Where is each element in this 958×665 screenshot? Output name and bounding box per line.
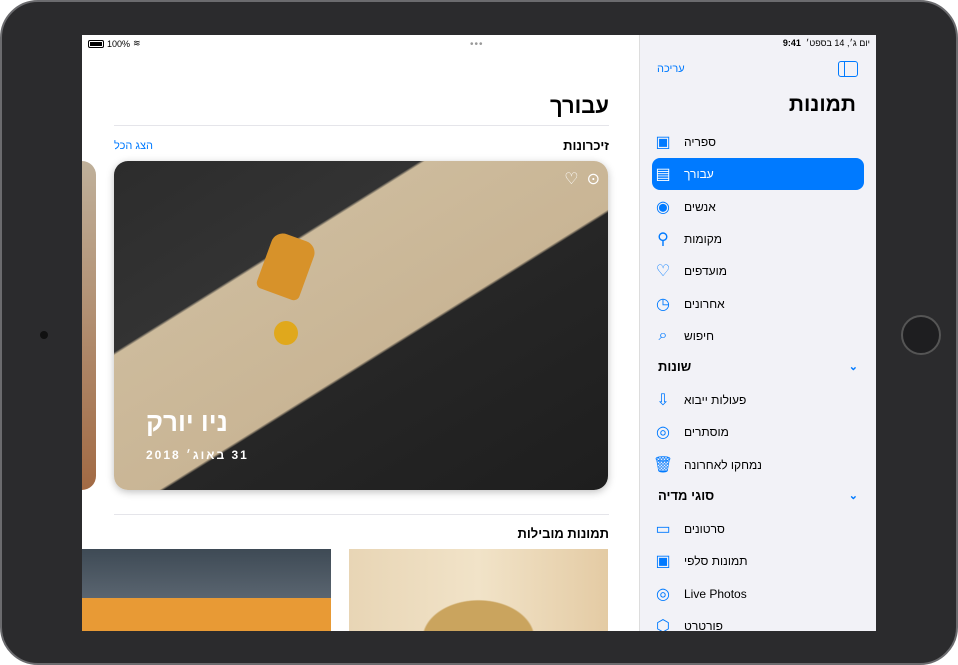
sidebar-item-label: מועדפים xyxy=(684,264,727,279)
divider xyxy=(114,514,609,515)
page-title: עבורך xyxy=(549,93,609,118)
status-right: יום ג׳, 14 בספט׳ 9:41 xyxy=(782,38,870,48)
see-all-link[interactable]: הצג הכל xyxy=(114,140,153,152)
group-label: סוגי מדיה xyxy=(658,487,715,503)
sidebar-item-label: נמחקו לאחרונה xyxy=(684,457,762,472)
cube-icon: ⬡ xyxy=(656,617,670,631)
sidebar-item[interactable]: ⇩ פעולות ייבוא xyxy=(652,384,864,416)
memory-card[interactable]: ♡ ⊙ ניו יורק 31 באוג׳ 2018 xyxy=(114,161,608,490)
sidebar-item[interactable]: ◎ מוסתרים xyxy=(652,416,864,448)
sidebar-title: תמונות xyxy=(788,93,856,116)
sidebar-item-label: חיפוש xyxy=(684,328,714,343)
front-camera xyxy=(40,331,48,339)
sidebar-item-label: אנשים xyxy=(684,199,716,214)
map-pin-icon: ⚲ xyxy=(657,230,669,248)
sidebar-item[interactable]: ▤ עבורך xyxy=(652,158,864,191)
sidebar-item[interactable]: ▣ ספריה xyxy=(652,126,864,158)
photo-library-icon: ▣ xyxy=(655,134,671,151)
sidebar-group-header[interactable]: שונות ⌄ xyxy=(652,354,864,378)
edit-button[interactable]: עריכה xyxy=(657,63,685,75)
chevron-down-icon[interactable]: ⌄ xyxy=(849,360,858,373)
more-icon[interactable]: ⊙ xyxy=(587,169,600,189)
main-content: 100% ≋ ••• עבורך זיכרונות הצג הכל ♡ ⊙ ני… xyxy=(82,35,639,631)
sidebar-toggle-icon[interactable] xyxy=(838,61,858,77)
memories-header: זיכרונות xyxy=(563,138,609,153)
featured-photo[interactable] xyxy=(82,549,331,631)
search-icon: ⌕ xyxy=(658,326,668,344)
previous-memory-card[interactable] xyxy=(82,161,96,490)
screen: 100% ≋ ••• עבורך זיכרונות הצג הכל ♡ ⊙ ני… xyxy=(82,35,876,631)
trash-icon: 🗑 xyxy=(652,456,674,474)
sidebar-item[interactable]: ♡ מועדפים xyxy=(652,255,864,287)
photo-ball xyxy=(274,321,298,345)
selfie-icon: ▣ xyxy=(655,553,671,571)
featured-header: תמונות מובילות xyxy=(517,526,609,541)
chevron-down-icon[interactable]: ⌄ xyxy=(849,489,858,502)
sidebar-item[interactable]: ▣ תמונות סלפי xyxy=(652,545,864,577)
sidebar-item[interactable]: ⚲ מקומות xyxy=(652,223,864,255)
battery-level: 100% xyxy=(107,38,131,49)
featured-photo[interactable] xyxy=(349,549,608,631)
sidebar-item[interactable]: ⬡ פורטרט xyxy=(652,610,864,631)
sidebar-item[interactable]: ◷ אחרונים xyxy=(652,288,864,320)
sidebar-item-label: ספריה xyxy=(684,135,716,149)
eye-slash-icon: ◎ xyxy=(656,424,670,442)
sidebar-item-label: מקומות xyxy=(684,231,722,246)
heart-icon: ♡ xyxy=(655,263,671,281)
sidebar-item[interactable]: 🗑 נמחקו לאחרונה xyxy=(652,449,864,481)
sidebar-item-label: פעולות ייבוא xyxy=(684,393,747,408)
clock-icon: ◷ xyxy=(656,295,670,313)
memory-title: ניו יורק xyxy=(146,407,228,437)
wifi-icon: ≋ xyxy=(133,38,141,48)
sidebar-item[interactable]: ◎ Live Photos xyxy=(652,578,864,610)
import-icon: ⇩ xyxy=(656,392,670,410)
divider xyxy=(114,125,609,126)
home-button[interactable] xyxy=(901,315,941,355)
status-left: 100% ≋ xyxy=(88,38,141,49)
memory-date: 31 באוג׳ 2018 xyxy=(146,448,249,462)
multitasking-dots[interactable]: ••• xyxy=(470,39,484,50)
video-icon: ▭ xyxy=(655,521,671,538)
sidebar-item-label: Live Photos xyxy=(684,586,747,601)
sidebar-item-label: תמונות סלפי xyxy=(684,554,748,569)
sidebar-item-label: אחרונים xyxy=(684,296,725,311)
battery-icon xyxy=(88,39,104,48)
sidebar-item-label: פורטרט xyxy=(684,618,723,631)
sidebar-item[interactable]: ⌕ חיפוש xyxy=(652,320,864,352)
group-label: שונות xyxy=(658,358,692,374)
sidebar-item-label: מוסתרים xyxy=(684,425,729,440)
sidebar-item[interactable]: ▭ סרטונים xyxy=(652,513,864,545)
person-circle-icon: ◉ xyxy=(656,198,670,216)
sidebar: יום ג׳, 14 בספט׳ 9:41 עריכה תמונות ▣ ספרי… xyxy=(639,35,876,631)
for-you-icon: ▤ xyxy=(655,166,671,184)
sidebar-item-label: סרטונים xyxy=(684,522,725,536)
live-photo-icon: ◎ xyxy=(656,585,670,603)
heart-icon[interactable]: ♡ xyxy=(564,169,578,189)
sidebar-item[interactable]: ◉ אנשים xyxy=(652,191,864,223)
sidebar-group-header[interactable]: סוגי מדיה ⌄ xyxy=(652,483,864,507)
sidebar-item-label: עבורך xyxy=(684,167,714,182)
photo-subject xyxy=(255,230,318,302)
